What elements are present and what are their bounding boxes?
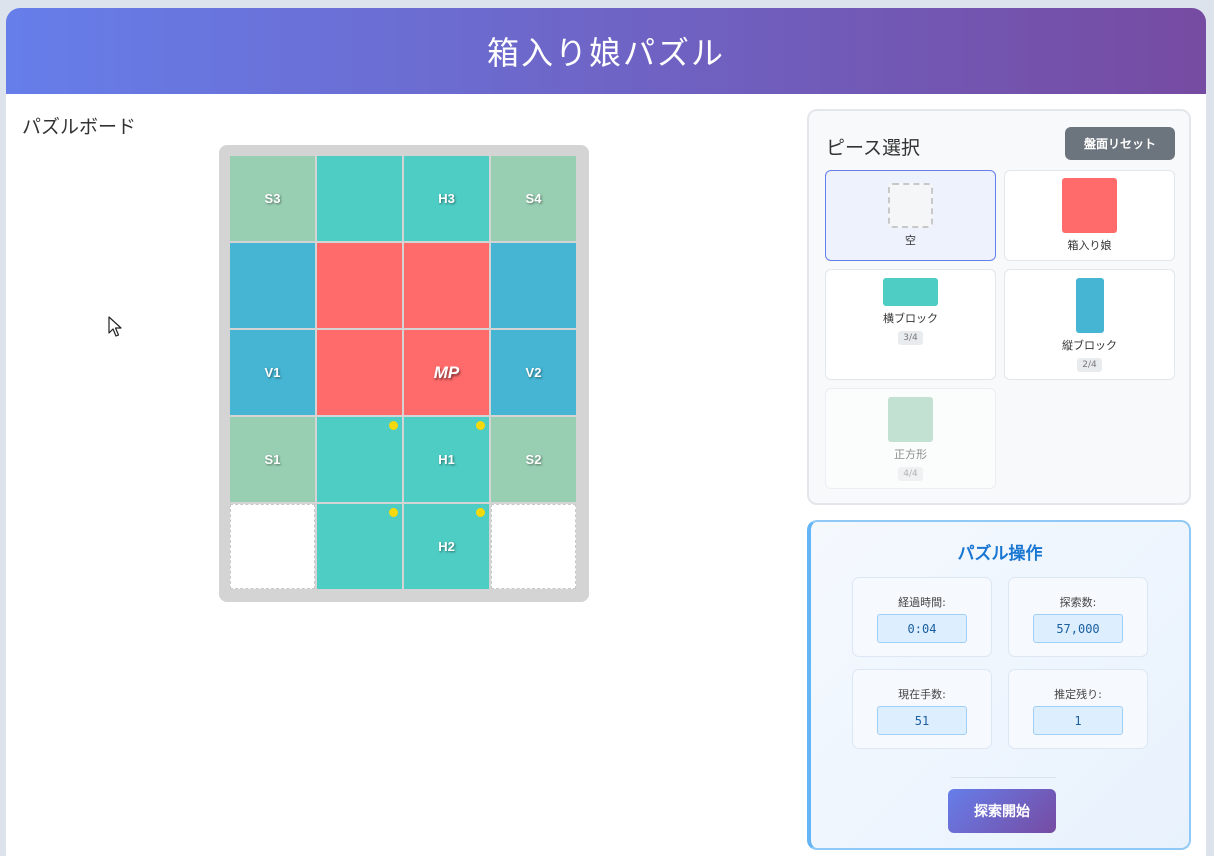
board-cell-v2[interactable]: V2 — [491, 330, 576, 415]
stat-label: 推定残り: — [1054, 688, 1102, 701]
search-count-value: 57,000 — [1033, 614, 1123, 643]
piece-count-badge: 4/4 — [898, 466, 923, 481]
estimated-remaining-stat: 推定残り: 1 — [1008, 669, 1148, 749]
board-cell-mp[interactable]: MP — [404, 330, 489, 415]
piece-option-horizontal[interactable]: 横ブロック 3/4 — [825, 269, 996, 380]
piece-label: 正方形 — [894, 447, 927, 461]
elapsed-time-value: 0:04 — [877, 614, 967, 643]
board-cell-main[interactable] — [404, 243, 489, 328]
piece-label: 横ブロック — [883, 312, 938, 325]
board-cell-horiz[interactable] — [317, 504, 402, 589]
piece-label: 箱入り娘 — [1067, 239, 1112, 252]
puzzle-operations-panel: パズル操作 経過時間: 0:04 探索数: 57,000 現在手数: 51 推定… — [807, 520, 1191, 850]
current-moves-stat: 現在手数: 51 — [852, 669, 992, 749]
board-cell-s1[interactable]: S1 — [230, 417, 315, 502]
board-cell-vert[interactable] — [230, 243, 315, 328]
stat-label: 経過時間: — [898, 596, 946, 609]
piece-option-vertical[interactable]: 縦ブロック 2/4 — [1004, 269, 1175, 380]
highlight-dot-icon — [389, 508, 398, 517]
square-piece-swatch — [888, 396, 933, 442]
elapsed-time-stat: 経過時間: 0:04 — [852, 577, 992, 657]
piece-option-square[interactable]: 正方形 4/4 — [825, 388, 996, 489]
mouse-cursor-icon — [108, 316, 122, 337]
empty-piece-swatch — [888, 183, 933, 228]
board-cell-empty[interactable] — [491, 504, 576, 589]
app-header: 箱入り娘パズル — [6, 8, 1206, 94]
divider — [951, 777, 1056, 778]
start-search-button[interactable]: 探索開始 — [948, 789, 1056, 833]
piece-label: 縦ブロック — [1062, 338, 1117, 352]
stat-label: 現在手数: — [898, 688, 946, 701]
main-piece-swatch — [1062, 178, 1117, 233]
highlight-dot-icon — [476, 421, 485, 430]
current-moves-value: 51 — [877, 706, 967, 735]
board-cell-main[interactable] — [317, 330, 402, 415]
highlight-dot-icon — [476, 508, 485, 517]
piece-selection-title: ピース選択 — [826, 137, 921, 159]
board-cell-h3[interactable]: H3 — [404, 156, 489, 241]
puzzle-board: S3 H3 S4 V1 MP V2 S1 H1 S2 H2 — [219, 145, 589, 602]
vertical-piece-swatch — [1075, 277, 1104, 333]
operations-title: パズル操作 — [957, 544, 1043, 564]
board-cell-horiz[interactable] — [317, 417, 402, 502]
reset-board-button[interactable]: 盤面リセット — [1065, 127, 1175, 160]
board-cell-horiz[interactable] — [317, 156, 402, 241]
piece-selection-panel: ピース選択 盤面リセット 空 箱入り娘 横ブロック 3/4 縦ブロック 2/4 … — [807, 109, 1191, 505]
piece-option-main[interactable]: 箱入り娘 — [1004, 170, 1175, 261]
board-cell-vert[interactable] — [491, 243, 576, 328]
horizontal-piece-swatch — [883, 278, 938, 306]
board-cell-v1[interactable]: V1 — [230, 330, 315, 415]
board-title: パズルボード — [22, 116, 137, 138]
board-cell-h1[interactable]: H1 — [404, 417, 489, 502]
board-cell-s4[interactable]: S4 — [491, 156, 576, 241]
search-count-stat: 探索数: 57,000 — [1008, 577, 1148, 657]
board-cell-h2[interactable]: H2 — [404, 504, 489, 589]
app-title: 箱入り娘パズル — [486, 34, 725, 72]
board-cell-main[interactable] — [317, 243, 402, 328]
piece-label: 空 — [905, 234, 916, 247]
piece-option-empty[interactable]: 空 — [825, 170, 996, 261]
board-grid: S3 H3 S4 V1 MP V2 S1 H1 S2 H2 — [230, 156, 576, 589]
board-cell-empty[interactable] — [230, 504, 315, 589]
highlight-dot-icon — [389, 421, 398, 430]
piece-count-badge: 3/4 — [898, 331, 923, 345]
stat-label: 探索数: — [1059, 596, 1097, 609]
piece-count-badge: 2/4 — [1077, 357, 1102, 372]
board-cell-s3[interactable]: S3 — [230, 156, 315, 241]
app-window: 箱入り娘パズル パズルボード S3 H3 S4 V1 MP V2 S1 H1 S2 H2 ピース選… — [6, 8, 1206, 856]
estimated-remaining-value: 1 — [1033, 706, 1123, 735]
board-cell-s2[interactable]: S2 — [491, 417, 576, 502]
